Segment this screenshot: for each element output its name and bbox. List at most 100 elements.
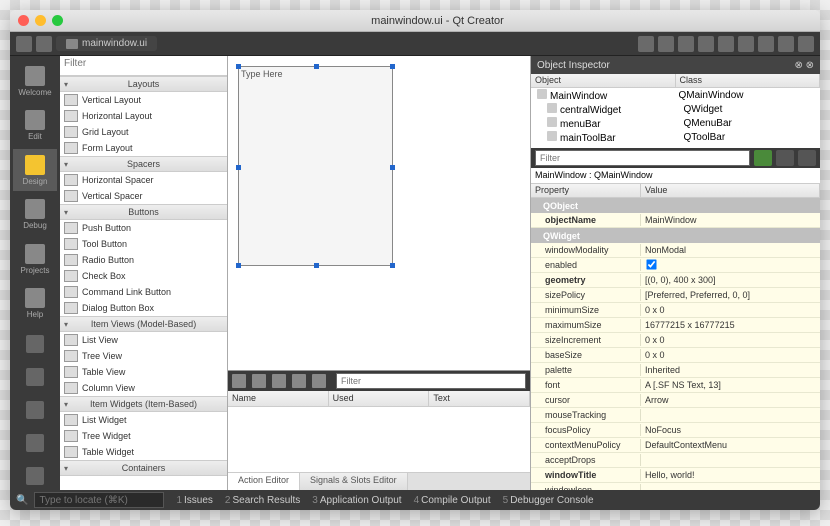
sidebar-item-projects[interactable]: Projects [13,238,57,280]
property-row[interactable]: acceptDrops [531,453,820,468]
widget-item[interactable]: List Widget [60,412,227,428]
widget-category[interactable]: Buttons [60,204,227,220]
object-tree-row[interactable]: centralWidgetQWidget [531,102,820,116]
sidebar-item-welcome[interactable]: Welcome [13,60,57,102]
add-property-icon[interactable] [754,150,772,166]
column-header[interactable]: Text [429,391,530,406]
zoom-button[interactable] [52,15,63,26]
column-header[interactable]: Value [641,184,820,197]
mode-icon[interactable] [718,36,734,52]
property-row[interactable]: maximumSize16777215 x 16777215 [531,318,820,333]
object-tree-row[interactable]: mainToolBarQToolBar [531,130,820,144]
property-row[interactable]: windowTitleHello, world! [531,468,820,483]
mode-icon[interactable] [698,36,714,52]
widget-item[interactable]: Column View [60,380,227,396]
widget-item[interactable]: Command Link Button [60,284,227,300]
menu-type-here[interactable]: Type Here [241,69,283,79]
tool-icon[interactable] [312,374,326,388]
mode-icon[interactable] [798,36,814,52]
sidebar-tool[interactable] [19,397,51,424]
remove-property-icon[interactable] [776,150,794,166]
output-pane-tab[interactable]: 1Issues [170,495,218,506]
property-row[interactable]: objectNameMainWindow [531,213,820,228]
new-action-icon[interactable] [232,374,246,388]
action-filter-input[interactable] [336,373,526,389]
locator-input[interactable] [34,492,164,508]
property-row[interactable]: sizePolicy[Preferred, Preferred, 0, 0] [531,288,820,303]
widget-item[interactable]: Horizontal Layout [60,108,227,124]
widget-item[interactable]: Radio Button [60,252,227,268]
design-canvas[interactable]: Type Here [228,56,530,370]
property-row[interactable]: cursorArrow [531,393,820,408]
file-tab[interactable]: mainwindow.ui [56,36,157,51]
property-row[interactable]: minimumSize0 x 0 [531,303,820,318]
property-group[interactable]: QObject [531,198,820,213]
column-header[interactable]: Object [531,74,676,87]
widget-item[interactable]: Grid Layout [60,124,227,140]
widget-item[interactable]: Table Widget [60,444,227,460]
widget-item[interactable]: Tree Widget [60,428,227,444]
output-pane-tab[interactable]: 3Application Output [306,495,407,506]
property-row[interactable]: fontA [.SF NS Text, 13] [531,378,820,393]
sidebar-tool[interactable] [19,364,51,391]
property-row[interactable]: windowIcon [531,483,820,490]
column-header[interactable]: Used [329,391,430,406]
config-icon[interactable] [798,150,816,166]
widget-item[interactable]: Vertical Layout [60,92,227,108]
column-header[interactable]: Class [676,74,821,87]
property-row[interactable]: paletteInherited [531,363,820,378]
minimize-button[interactable] [35,15,46,26]
tab-action-editor[interactable]: Action Editor [228,473,300,490]
mode-icon[interactable] [738,36,754,52]
property-row[interactable]: contextMenuPolicyDefaultContextMenu [531,438,820,453]
widget-category[interactable]: Containers [60,460,227,476]
column-header[interactable]: Name [228,391,329,406]
output-pane-tab[interactable]: 4Compile Output [408,495,497,506]
widget-category[interactable]: Item Views (Model-Based) [60,316,227,332]
paste-icon[interactable] [272,374,286,388]
widget-item[interactable]: Tool Button [60,236,227,252]
mode-icon[interactable] [758,36,774,52]
copy-icon[interactable] [252,374,266,388]
widget-item[interactable]: Push Button [60,220,227,236]
widget-item[interactable]: Check Box [60,268,227,284]
mode-icon[interactable] [638,36,654,52]
mode-icon[interactable] [658,36,674,52]
close-button[interactable] [18,15,29,26]
delete-icon[interactable] [292,374,306,388]
property-row[interactable]: sizeIncrement0 x 0 [531,333,820,348]
widget-item[interactable]: Table View [60,364,227,380]
property-group[interactable]: QWidget [531,228,820,243]
object-tree-row[interactable]: menuBarQMenuBar [531,116,820,130]
widget-item[interactable]: Form Layout [60,140,227,156]
object-tree-row[interactable]: MainWindowQMainWindow [531,88,820,102]
forward-icon[interactable] [36,36,52,52]
sidebar-tool[interactable] [19,463,51,490]
sidebar-item-debug[interactable]: Debug [13,193,57,235]
output-pane-tab[interactable]: 5Debugger Console [497,495,600,506]
property-row[interactable]: enabled [531,258,820,273]
sidebar-tool[interactable] [19,331,51,358]
mode-icon[interactable] [778,36,794,52]
sidebar-tool[interactable] [19,430,51,457]
sidebar-item-help[interactable]: Help [13,282,57,324]
mode-icon[interactable] [678,36,694,52]
property-filter-input[interactable] [535,150,750,166]
widget-item[interactable]: Tree View [60,348,227,364]
sidebar-item-design[interactable]: Design [13,149,57,191]
action-list[interactable] [228,407,530,472]
close-icon[interactable]: ⊗ ⊗ [794,60,814,71]
property-row[interactable]: geometry[(0, 0), 400 x 300] [531,273,820,288]
column-header[interactable]: Property [531,184,641,197]
locate-icon[interactable]: 🔍 [16,495,28,506]
widget-item[interactable]: List View [60,332,227,348]
widget-item[interactable]: Horizontal Spacer [60,172,227,188]
sidebar-item-edit[interactable]: Edit [13,104,57,146]
tab-signals-slots[interactable]: Signals & Slots Editor [300,473,408,490]
widget-category[interactable]: Spacers [60,156,227,172]
widget-item[interactable]: Dialog Button Box [60,300,227,316]
property-row[interactable]: mouseTracking [531,408,820,423]
widget-category[interactable]: Item Widgets (Item-Based) [60,396,227,412]
back-icon[interactable] [16,36,32,52]
property-row[interactable]: baseSize0 x 0 [531,348,820,363]
